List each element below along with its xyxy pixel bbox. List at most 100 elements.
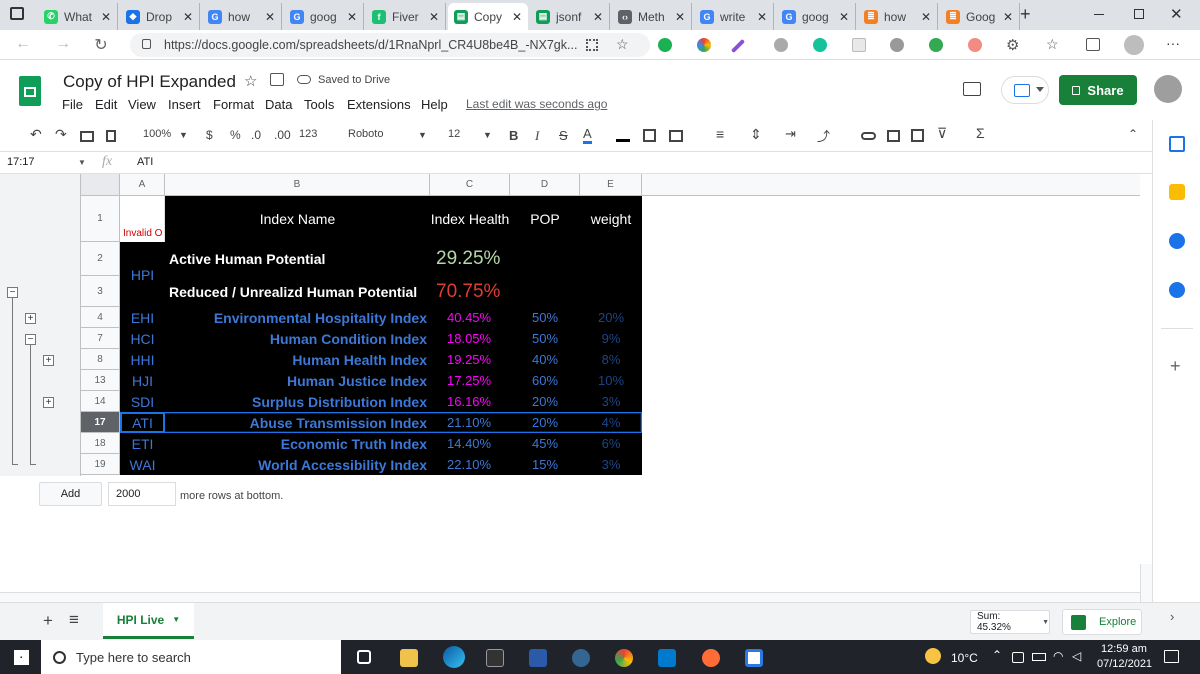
- row-header[interactable]: 19: [81, 454, 120, 475]
- extension-doc-icon[interactable]: [852, 38, 866, 52]
- volume-icon[interactable]: ◁: [1072, 649, 1081, 663]
- font-chevron-icon[interactable]: ▼: [418, 130, 427, 140]
- share-button[interactable]: Share: [1059, 75, 1137, 105]
- cell-d1[interactable]: POP: [510, 196, 580, 242]
- close-tab-icon[interactable]: ✕: [347, 10, 357, 24]
- increase-decimal-button[interactable]: .00: [274, 128, 291, 142]
- close-window-button[interactable]: ✕: [1170, 5, 1183, 23]
- close-tab-icon[interactable]: ✕: [1003, 10, 1013, 24]
- temperature[interactable]: 10°C: [951, 651, 978, 665]
- browser-tab[interactable]: ▤ jsonf ✕: [530, 3, 610, 30]
- extension-arrow-icon[interactable]: [968, 38, 982, 52]
- close-tab-icon[interactable]: ✕: [757, 10, 767, 24]
- forward-icon[interactable]: →: [52, 35, 74, 53]
- extension-clip-icon[interactable]: [890, 38, 904, 52]
- keep-icon[interactable]: [1169, 184, 1185, 200]
- notifications-icon[interactable]: [1164, 650, 1179, 663]
- add-sheet-button[interactable]: +: [43, 611, 53, 631]
- row-code-cell[interactable]: HCI: [120, 328, 165, 349]
- row-name-cell[interactable]: Surplus Distribution Index: [165, 391, 430, 412]
- bold-button[interactable]: B: [509, 128, 518, 143]
- row-code-cell[interactable]: ETI: [120, 433, 165, 454]
- row-header[interactable]: 3: [81, 276, 120, 307]
- taskbar-search-box[interactable]: Type here to search: [41, 640, 341, 674]
- row-health-cell[interactable]: 18.05%: [430, 328, 510, 349]
- column-header-c[interactable]: C: [430, 174, 510, 196]
- all-sheets-button[interactable]: ≡: [69, 610, 79, 630]
- sum-select[interactable]: Sum: 45.32% ▼: [970, 610, 1050, 634]
- row-weight-cell[interactable]: 3%: [580, 454, 642, 475]
- row-weight-cell[interactable]: 4%: [580, 412, 642, 433]
- back-icon[interactable]: ←: [12, 35, 34, 53]
- row-pop-cell[interactable]: 40%: [510, 349, 580, 370]
- onedrive-icon[interactable]: [1012, 652, 1024, 663]
- vertical-scrollbar[interactable]: [1140, 564, 1152, 602]
- formula-input[interactable]: ATI: [137, 156, 153, 168]
- cell-a1[interactable]: Invalid O: [120, 196, 165, 242]
- link-icon[interactable]: [861, 132, 876, 140]
- menu-help[interactable]: Help: [421, 97, 448, 112]
- row-weight-cell[interactable]: 8%: [580, 349, 642, 370]
- valign-icon[interactable]: ⇕: [750, 126, 762, 143]
- menu-tools[interactable]: Tools: [304, 97, 334, 112]
- row-name-cell[interactable]: Abuse Transmission Index: [165, 412, 430, 433]
- menu-edit[interactable]: Edit: [95, 97, 117, 112]
- extension-green-icon[interactable]: [658, 38, 672, 52]
- sheet-tab-chevron-icon[interactable]: ▼: [172, 615, 180, 624]
- close-tab-icon[interactable]: ✕: [265, 10, 275, 24]
- horizontal-scrollbar[interactable]: [0, 592, 1140, 602]
- row-header[interactable]: 8: [81, 349, 120, 370]
- row-name-cell[interactable]: World Accessibility Index: [165, 454, 430, 475]
- row-code-cell[interactable]: WAI: [120, 454, 165, 475]
- extension-cube-icon[interactable]: [929, 38, 943, 52]
- hpi-value-cell[interactable]: 29.25%: [430, 242, 510, 276]
- add-addon-icon[interactable]: +: [1170, 356, 1181, 377]
- column-header-b[interactable]: B: [165, 174, 430, 196]
- row-health-cell[interactable]: 16.16%: [430, 391, 510, 412]
- row-code-cell[interactable]: HJI: [120, 370, 165, 391]
- menu-data[interactable]: Data: [265, 97, 292, 112]
- chart-icon[interactable]: [911, 129, 924, 142]
- calendar-icon[interactable]: [1169, 136, 1185, 152]
- empty-cell[interactable]: [510, 242, 580, 276]
- fill-color-icon[interactable]: [616, 126, 630, 142]
- sheet-tab-hpi-live[interactable]: HPI Live ▼: [103, 603, 194, 639]
- windows-start-icon[interactable]: [14, 650, 29, 665]
- powershell-icon[interactable]: [529, 649, 547, 667]
- row-pop-cell[interactable]: 15%: [510, 454, 580, 475]
- select-all-corner[interactable]: [81, 174, 120, 196]
- present-button[interactable]: [1001, 76, 1049, 104]
- app-icon[interactable]: [745, 649, 763, 667]
- extension-mask-icon[interactable]: [774, 38, 788, 52]
- browser-tab[interactable]: ✆ What ✕: [38, 3, 118, 30]
- filter-icon[interactable]: ⊽: [937, 125, 947, 142]
- row-pop-cell[interactable]: 20%: [510, 391, 580, 412]
- align-icon[interactable]: ≡: [716, 126, 724, 142]
- more-menu-icon[interactable]: ···: [1166, 35, 1180, 51]
- explore-button[interactable]: Explore: [1062, 609, 1142, 635]
- extensions-puzzle-icon[interactable]: ⚙: [1006, 36, 1019, 54]
- row-pop-cell[interactable]: 60%: [510, 370, 580, 391]
- percent-button[interactable]: %: [230, 128, 241, 142]
- close-tab-icon[interactable]: ✕: [921, 10, 931, 24]
- row-pop-cell[interactable]: 50%: [510, 328, 580, 349]
- cell-e1[interactable]: weight: [580, 196, 642, 242]
- row-header[interactable]: 1: [81, 196, 120, 242]
- row-pop-cell[interactable]: 45%: [510, 433, 580, 454]
- row-header[interactable]: 7: [81, 328, 120, 349]
- row-name-cell[interactable]: Human Justice Index: [165, 370, 430, 391]
- row-code-cell[interactable]: ATI: [120, 412, 165, 433]
- strikethrough-button[interactable]: S: [559, 128, 568, 143]
- new-tab-button[interactable]: +: [1020, 4, 1031, 25]
- browser-tab[interactable]: ▤ Copy ✕: [448, 3, 528, 30]
- decrease-decimal-button[interactable]: .0: [251, 128, 261, 142]
- redo-icon[interactable]: ↷: [55, 126, 67, 143]
- chrome-icon[interactable]: [615, 649, 633, 667]
- italic-button[interactable]: I: [535, 128, 539, 144]
- postgres-icon[interactable]: [572, 649, 590, 667]
- font-size-chevron-icon[interactable]: ▼: [483, 130, 492, 140]
- collections-icon[interactable]: [1086, 38, 1100, 51]
- hpi-name-cell[interactable]: Reduced / Unrealizd Human Potential: [165, 276, 430, 307]
- browser-tab[interactable]: ≣ Goog ✕: [940, 3, 1020, 30]
- wrap-icon[interactable]: ⇥: [785, 126, 796, 142]
